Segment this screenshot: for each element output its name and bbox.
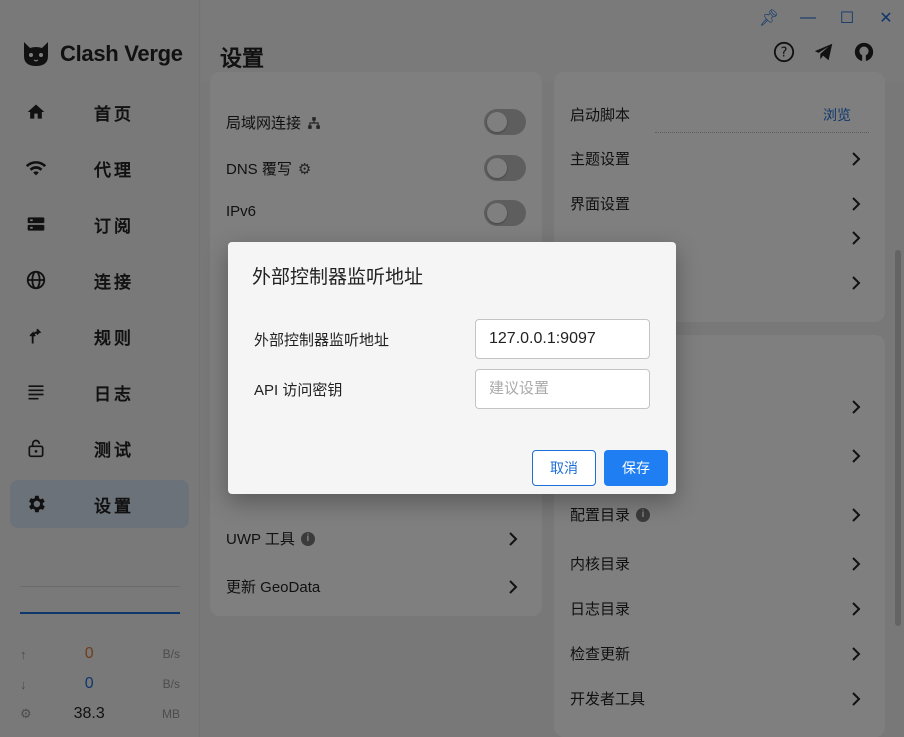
api-secret-label: API 访问密钥 <box>254 381 343 399</box>
cancel-button[interactable]: 取消 <box>532 450 596 486</box>
controller-address-row: 外部控制器监听地址 <box>254 319 650 359</box>
controller-dialog: 外部控制器监听地址 外部控制器监听地址 API 访问密钥 取消 保存 <box>228 242 676 494</box>
controller-address-input[interactable] <box>475 319 650 359</box>
dialog-title: 外部控制器监听地址 <box>252 267 424 288</box>
controller-address-label: 外部控制器监听地址 <box>254 331 390 349</box>
api-secret-row: API 访问密钥 <box>254 369 650 409</box>
api-secret-input[interactable] <box>475 369 650 409</box>
save-button[interactable]: 保存 <box>604 450 668 486</box>
